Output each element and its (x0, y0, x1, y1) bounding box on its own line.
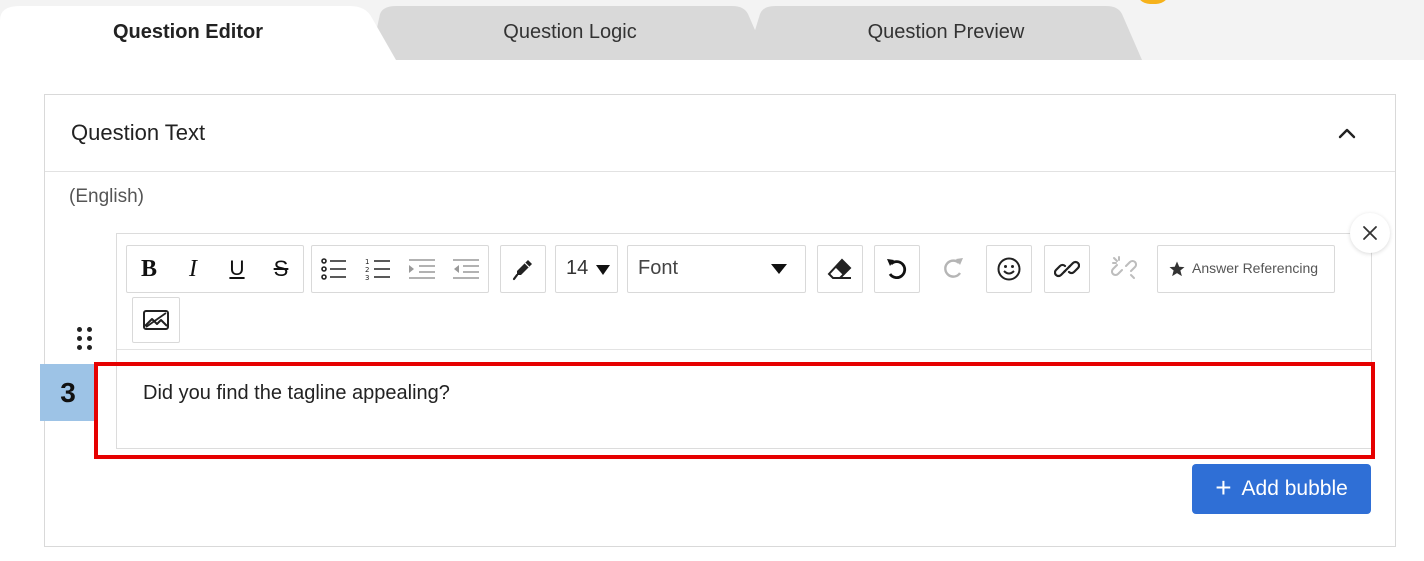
text-color-control[interactable] (501, 246, 545, 292)
link-icon (1054, 260, 1080, 278)
close-icon (1363, 226, 1377, 240)
strikethrough-icon: S (273, 256, 289, 281)
strikethrough-button[interactable]: S (261, 246, 301, 292)
caret-down-icon (771, 264, 787, 274)
bullet-list-button[interactable] (314, 246, 354, 292)
insert-image-button[interactable] (132, 297, 180, 343)
text-color-button[interactable] (500, 245, 546, 293)
tab-question-preview[interactable]: Question Preview (746, 6, 1146, 60)
numbered-list-button[interactable]: 123 (358, 246, 398, 292)
format-group: B I U S (126, 245, 304, 293)
decorative-circle (1136, 0, 1170, 4)
panel-header[interactable]: Question Text (45, 95, 1395, 172)
font-size-value: 14 (566, 257, 589, 279)
emoji-control[interactable] (987, 246, 1031, 292)
tab-question-logic[interactable]: Question Logic (370, 6, 770, 60)
svg-text:3: 3 (365, 274, 369, 280)
font-family-value: Font (638, 257, 679, 279)
font-family-select[interactable]: Font (627, 245, 806, 293)
svg-text:1: 1 (365, 258, 369, 266)
drag-handle-icon[interactable] (75, 325, 95, 353)
unlink-icon (1111, 256, 1137, 279)
question-text-input[interactable]: Did you find the tagline appealing? (117, 350, 1371, 448)
answer-referencing-label: Answer Referencing (1192, 260, 1319, 276)
insert-link-button[interactable] (1044, 245, 1090, 293)
underline-button[interactable]: U (217, 246, 257, 292)
add-bubble-button[interactable]: + Add bubble (1192, 464, 1371, 514)
tab-label: Question Editor (113, 20, 263, 43)
indent-button[interactable] (402, 246, 442, 292)
undo-button[interactable] (874, 245, 920, 293)
bold-button[interactable]: B (129, 246, 169, 292)
bullet-list-icon (321, 258, 346, 280)
tab-bar: Question Preview Question Logic Question… (0, 0, 1424, 60)
language-label: (English) (69, 186, 144, 207)
rich-text-editor: B I U S 123 14 Font Answer Referencing D… (116, 233, 1372, 449)
redo-icon (944, 258, 963, 278)
list-group: 123 (311, 245, 489, 293)
chevron-up-icon[interactable] (1335, 121, 1359, 145)
insert-image-control[interactable] (133, 298, 179, 342)
tab-label: Question Preview (867, 20, 1025, 43)
smiley-icon (997, 257, 1021, 281)
tab-question-editor[interactable]: Question Editor (0, 6, 396, 60)
add-bubble-label: Add bubble (1241, 477, 1348, 500)
indent-icon (409, 259, 435, 279)
undo-control[interactable] (875, 246, 919, 292)
font-size-select[interactable]: 14 (555, 245, 618, 293)
numbered-list-icon: 123 (365, 258, 390, 280)
italic-icon: I (189, 255, 197, 282)
pen-icon (512, 260, 532, 281)
close-button[interactable] (1350, 213, 1390, 253)
step-badge: 3 (40, 364, 96, 421)
caret-down-icon (596, 265, 610, 275)
emoji-button[interactable] (986, 245, 1032, 293)
insert-link-control[interactable] (1045, 246, 1089, 292)
redo-button[interactable] (931, 245, 975, 291)
italic-button[interactable]: I (173, 246, 213, 292)
answer-referencing-button[interactable]: Answer Referencing (1157, 245, 1335, 293)
eraser-icon (827, 258, 852, 279)
tab-label: Question Logic (503, 20, 637, 43)
outdent-button[interactable] (446, 246, 486, 292)
clear-format-control[interactable] (818, 246, 862, 292)
star-icon (1169, 261, 1185, 277)
unlink-button[interactable] (1101, 245, 1147, 291)
panel-title: Question Text (71, 120, 206, 145)
underline-icon: U (229, 257, 245, 280)
svg-text:2: 2 (365, 266, 369, 274)
editor-toolbar: B I U S 123 14 Font Answer Referencing (117, 234, 1371, 350)
outdent-icon (453, 259, 479, 279)
plus-icon: + (1215, 472, 1232, 503)
undo-icon (887, 259, 907, 279)
clear-format-button[interactable] (817, 245, 863, 293)
bold-icon: B (140, 255, 157, 282)
image-icon (143, 310, 169, 330)
